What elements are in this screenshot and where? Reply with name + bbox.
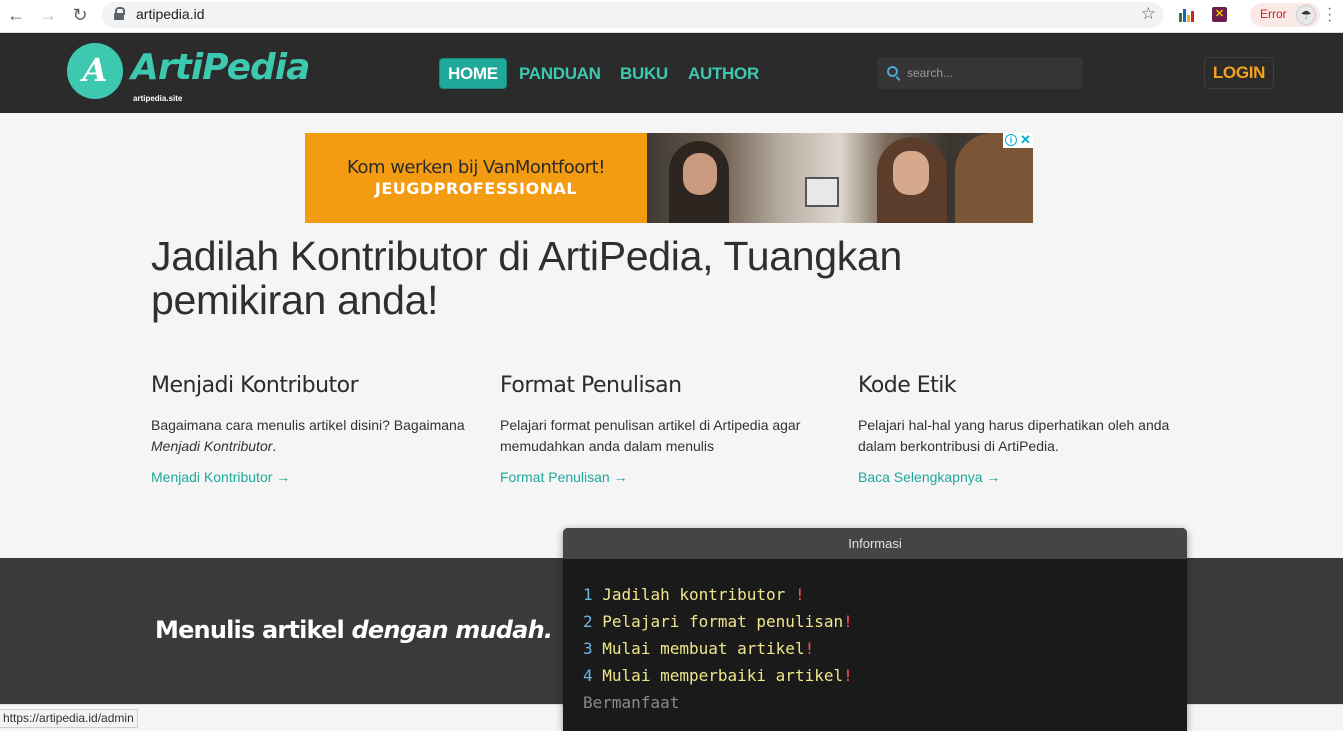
feature-kode-etik: Kode Etik Pelajari hal-hal yang harus di…	[858, 373, 1188, 485]
lock-icon	[114, 7, 125, 20]
profile-error-button[interactable]: Error ☂	[1250, 3, 1320, 27]
status-bar-url: https://artipedia.id/admin	[0, 709, 138, 728]
kebab-menu-icon[interactable]: · · ·	[1327, 1, 1332, 29]
search-box	[877, 57, 1083, 89]
browser-toolbar: ← → ↻ artipedia.id ☆ ✕ Error ☂ · · ·	[0, 0, 1343, 33]
feature-desc: Bagaimana cara menulis artikel disini? B…	[151, 417, 465, 454]
ad-banner[interactable]: Kom werken bij VanMontfoort! JEUGDPROFES…	[305, 133, 1033, 223]
feature-title: Menjadi Kontributor	[151, 373, 359, 398]
back-arrow-icon[interactable]: ←	[4, 4, 28, 26]
avatar: ☂	[1296, 5, 1316, 25]
logo-subtitle: artipedia.site	[133, 94, 183, 103]
site-navbar: A ArtiPedia artipedia.site HOME PANDUAN …	[0, 33, 1343, 113]
ad-subline: JEUGDPROFESSIONAL	[374, 179, 578, 198]
info-line: 1 Jadilah kontributor !	[583, 585, 805, 604]
reload-icon[interactable]: ↻	[68, 4, 92, 26]
address-url[interactable]: artipedia.id	[136, 6, 205, 22]
logo-text[interactable]: ArtiPedia	[131, 47, 310, 88]
page-title: Jadilah Kontributor di ArtiPedia, Tuangk…	[151, 233, 902, 323]
adchoices-icon[interactable]: i ✕	[1003, 133, 1033, 148]
feature-link-format[interactable]: Format Penulisan →	[500, 469, 830, 485]
feature-link-kontributor[interactable]: Menjadi Kontributor →	[151, 469, 481, 485]
feature-desc: Pelajari format penulisan artikel di Art…	[500, 417, 801, 454]
nav-author[interactable]: AUTHOR	[688, 59, 759, 88]
logo-letter: A	[82, 51, 108, 89]
nav-panduan[interactable]: PANDUAN	[519, 59, 601, 88]
feature-format: Format Penulisan Pelajari format penulis…	[500, 373, 830, 485]
info-title: Informasi	[563, 528, 1187, 559]
address-bar[interactable]: artipedia.id ☆	[102, 2, 1164, 28]
nav-home[interactable]: HOME	[440, 59, 506, 88]
feature-desc: Pelajari hal-hal yang harus diperhatikan…	[858, 417, 1170, 454]
feature-title: Format Penulisan	[500, 373, 682, 398]
logo-mark[interactable]: A	[67, 43, 123, 99]
ad-headline: Kom werken bij VanMontfoort!	[347, 157, 605, 178]
feature-title: Kode Etik	[858, 373, 957, 398]
bookmark-star-icon[interactable]: ☆	[1141, 4, 1156, 24]
feature-kontributor: Menjadi Kontributor Bagaimana cara menul…	[151, 373, 481, 485]
forward-arrow-icon[interactable]: →	[36, 4, 60, 26]
search-icon	[887, 66, 898, 77]
ad-photo	[647, 133, 1033, 223]
feature-link-kode-etik[interactable]: Baca Selengkapnya →	[858, 469, 1188, 485]
info-line: 3 Mulai membuat artikel!	[583, 639, 815, 658]
chart-extension-icon[interactable]	[1178, 7, 1194, 23]
login-button[interactable]: LOGIN	[1204, 57, 1274, 89]
tagline: Menulis artikel dengan mudah.	[155, 616, 553, 644]
error-label: Error	[1260, 7, 1287, 21]
info-body: 1 Jadilah kontributor ! 2 Pelajari forma…	[563, 559, 1187, 716]
info-line: 2 Pelajari format penulisan!	[583, 612, 853, 631]
info-line: 4 Mulai memperbaiki artikel!	[583, 666, 853, 685]
extension-x-icon[interactable]: ✕	[1212, 7, 1227, 22]
search-input[interactable]	[907, 63, 1077, 83]
info-terminal: Informasi 1 Jadilah kontributor ! 2 Pela…	[563, 528, 1187, 731]
info-footer: Bermanfaat	[583, 693, 680, 712]
nav-buku[interactable]: BUKU	[620, 59, 668, 88]
